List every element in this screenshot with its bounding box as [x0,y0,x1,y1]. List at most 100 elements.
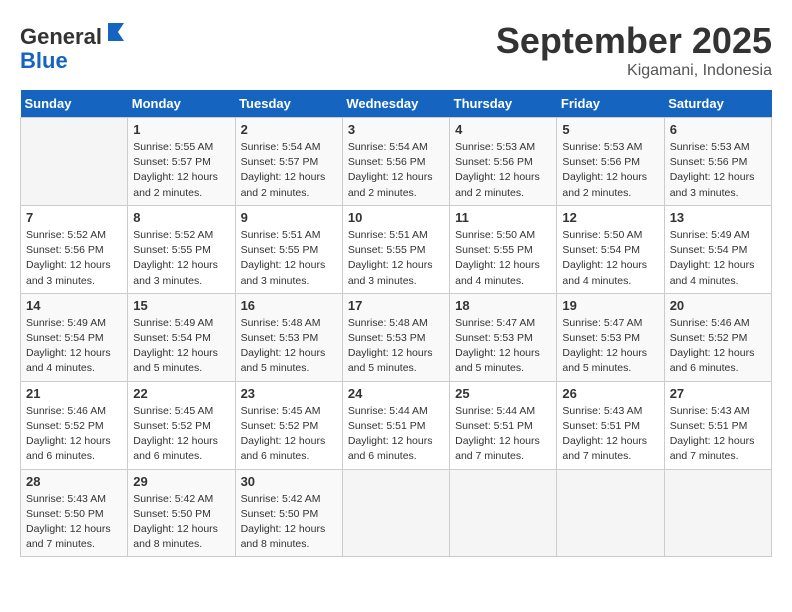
day-info: Sunrise: 5:53 AM Sunset: 5:56 PM Dayligh… [670,140,766,201]
day-info: Sunrise: 5:42 AM Sunset: 5:50 PM Dayligh… [241,492,337,553]
day-number: 20 [670,298,766,313]
page-header: General Blue September 2025 Kigamani, In… [20,20,772,80]
calendar-cell [664,469,771,557]
day-info: Sunrise: 5:52 AM Sunset: 5:55 PM Dayligh… [133,228,229,289]
day-info: Sunrise: 5:48 AM Sunset: 5:53 PM Dayligh… [348,316,444,377]
day-info: Sunrise: 5:43 AM Sunset: 5:51 PM Dayligh… [562,404,658,465]
calendar-cell: 18 Sunrise: 5:47 AM Sunset: 5:53 PM Dayli… [450,293,557,381]
day-number: 28 [26,474,122,489]
calendar-cell: 23Sunrise: 5:45 AM Sunset: 5:52 PM Dayli… [235,381,342,469]
day-number: 5 [562,122,658,137]
day-number: 30 [241,474,337,489]
logo-blue-text: Blue [20,48,68,73]
day-number: 15 [133,298,229,313]
calendar-body: 1 Sunrise: 5:55 AM Sunset: 5:57 PM Daylig… [21,118,772,557]
day-number: 19 [562,298,658,313]
day-info: Sunrise: 5:55 AM Sunset: 5:57 PM Dayligh… [133,140,229,201]
calendar-cell: 22Sunrise: 5:45 AM Sunset: 5:52 PM Dayli… [128,381,235,469]
day-info: Sunrise: 5:44 AM Sunset: 5:51 PM Dayligh… [348,404,444,465]
weekday-header-friday: Friday [557,90,664,118]
day-number: 1 [133,122,229,137]
month-title: September 2025 [496,20,772,62]
day-info: Sunrise: 5:49 AM Sunset: 5:54 PM Dayligh… [133,316,229,377]
day-info: Sunrise: 5:47 AM Sunset: 5:53 PM Dayligh… [455,316,551,377]
day-number: 24 [348,386,444,401]
logo: General Blue [20,20,128,73]
logo-flag-icon [104,20,128,44]
calendar-cell: 3 Sunrise: 5:54 AM Sunset: 5:56 PM Daylig… [342,118,449,206]
calendar-cell: 9Sunrise: 5:51 AM Sunset: 5:55 PM Daylig… [235,205,342,293]
day-info: Sunrise: 5:54 AM Sunset: 5:56 PM Dayligh… [348,140,444,201]
day-info: Sunrise: 5:54 AM Sunset: 5:57 PM Dayligh… [241,140,337,201]
day-info: Sunrise: 5:50 AM Sunset: 5:55 PM Dayligh… [455,228,551,289]
calendar-week-row: 7Sunrise: 5:52 AM Sunset: 5:56 PM Daylig… [21,205,772,293]
calendar-header-row: SundayMondayTuesdayWednesdayThursdayFrid… [21,90,772,118]
day-number: 10 [348,210,444,225]
calendar-cell: 14Sunrise: 5:49 AM Sunset: 5:54 PM Dayli… [21,293,128,381]
calendar-cell: 1 Sunrise: 5:55 AM Sunset: 5:57 PM Daylig… [128,118,235,206]
logo-general-text: General [20,24,102,49]
title-block: September 2025 Kigamani, Indonesia [496,20,772,80]
day-info: Sunrise: 5:43 AM Sunset: 5:50 PM Dayligh… [26,492,122,553]
day-number: 11 [455,210,551,225]
calendar-cell: 28 Sunrise: 5:43 AM Sunset: 5:50 PM Dayli… [21,469,128,557]
calendar-cell [21,118,128,206]
calendar-week-row: 21 Sunrise: 5:46 AM Sunset: 5:52 PM Dayli… [21,381,772,469]
day-number: 23 [241,386,337,401]
calendar-cell: 13 Sunrise: 5:49 AM Sunset: 5:54 PM Dayli… [664,205,771,293]
day-info: Sunrise: 5:48 AM Sunset: 5:53 PM Dayligh… [241,316,337,377]
day-info: Sunrise: 5:51 AM Sunset: 5:55 PM Dayligh… [348,228,444,289]
calendar-cell: 25 Sunrise: 5:44 AM Sunset: 5:51 PM Dayli… [450,381,557,469]
day-number: 9 [241,210,337,225]
day-number: 12 [562,210,658,225]
day-info: Sunrise: 5:50 AM Sunset: 5:54 PM Dayligh… [562,228,658,289]
calendar-cell: 8 Sunrise: 5:52 AM Sunset: 5:55 PM Daylig… [128,205,235,293]
calendar-cell [342,469,449,557]
calendar-cell: 15 Sunrise: 5:49 AM Sunset: 5:54 PM Dayli… [128,293,235,381]
day-number: 29 [133,474,229,489]
day-number: 21 [26,386,122,401]
weekday-header-sunday: Sunday [21,90,128,118]
day-number: 8 [133,210,229,225]
weekday-header-wednesday: Wednesday [342,90,449,118]
calendar-week-row: 14Sunrise: 5:49 AM Sunset: 5:54 PM Dayli… [21,293,772,381]
calendar-cell: 11 Sunrise: 5:50 AM Sunset: 5:55 PM Dayli… [450,205,557,293]
day-info: Sunrise: 5:46 AM Sunset: 5:52 PM Dayligh… [26,404,122,465]
day-number: 18 [455,298,551,313]
day-number: 13 [670,210,766,225]
day-number: 7 [26,210,122,225]
day-number: 17 [348,298,444,313]
calendar-cell: 4 Sunrise: 5:53 AM Sunset: 5:56 PM Daylig… [450,118,557,206]
calendar-week-row: 1 Sunrise: 5:55 AM Sunset: 5:57 PM Daylig… [21,118,772,206]
calendar-cell: 2 Sunrise: 5:54 AM Sunset: 5:57 PM Daylig… [235,118,342,206]
calendar-cell: 10 Sunrise: 5:51 AM Sunset: 5:55 PM Dayli… [342,205,449,293]
calendar-cell: 24 Sunrise: 5:44 AM Sunset: 5:51 PM Dayli… [342,381,449,469]
day-number: 25 [455,386,551,401]
calendar-cell: 16 Sunrise: 5:48 AM Sunset: 5:53 PM Dayli… [235,293,342,381]
calendar-cell: 29Sunrise: 5:42 AM Sunset: 5:50 PM Dayli… [128,469,235,557]
calendar-cell: 12 Sunrise: 5:50 AM Sunset: 5:54 PM Dayli… [557,205,664,293]
day-info: Sunrise: 5:53 AM Sunset: 5:56 PM Dayligh… [455,140,551,201]
day-number: 2 [241,122,337,137]
day-number: 3 [348,122,444,137]
weekday-header-monday: Monday [128,90,235,118]
day-number: 22 [133,386,229,401]
calendar-cell: 5 Sunrise: 5:53 AM Sunset: 5:56 PM Daylig… [557,118,664,206]
day-info: Sunrise: 5:47 AM Sunset: 5:53 PM Dayligh… [562,316,658,377]
calendar-cell [450,469,557,557]
weekday-header-saturday: Saturday [664,90,771,118]
day-number: 16 [241,298,337,313]
day-info: Sunrise: 5:49 AM Sunset: 5:54 PM Dayligh… [670,228,766,289]
calendar-cell: 19 Sunrise: 5:47 AM Sunset: 5:53 PM Dayli… [557,293,664,381]
day-info: Sunrise: 5:44 AM Sunset: 5:51 PM Dayligh… [455,404,551,465]
calendar-cell: 7Sunrise: 5:52 AM Sunset: 5:56 PM Daylig… [21,205,128,293]
location-text: Kigamani, Indonesia [496,62,772,80]
day-number: 4 [455,122,551,137]
day-info: Sunrise: 5:46 AM Sunset: 5:52 PM Dayligh… [670,316,766,377]
calendar-cell: 17 Sunrise: 5:48 AM Sunset: 5:53 PM Dayli… [342,293,449,381]
day-info: Sunrise: 5:53 AM Sunset: 5:56 PM Dayligh… [562,140,658,201]
calendar-cell: 20 Sunrise: 5:46 AM Sunset: 5:52 PM Dayli… [664,293,771,381]
calendar-cell: 27Sunrise: 5:43 AM Sunset: 5:51 PM Dayli… [664,381,771,469]
day-number: 6 [670,122,766,137]
calendar-cell: 6 Sunrise: 5:53 AM Sunset: 5:56 PM Daylig… [664,118,771,206]
